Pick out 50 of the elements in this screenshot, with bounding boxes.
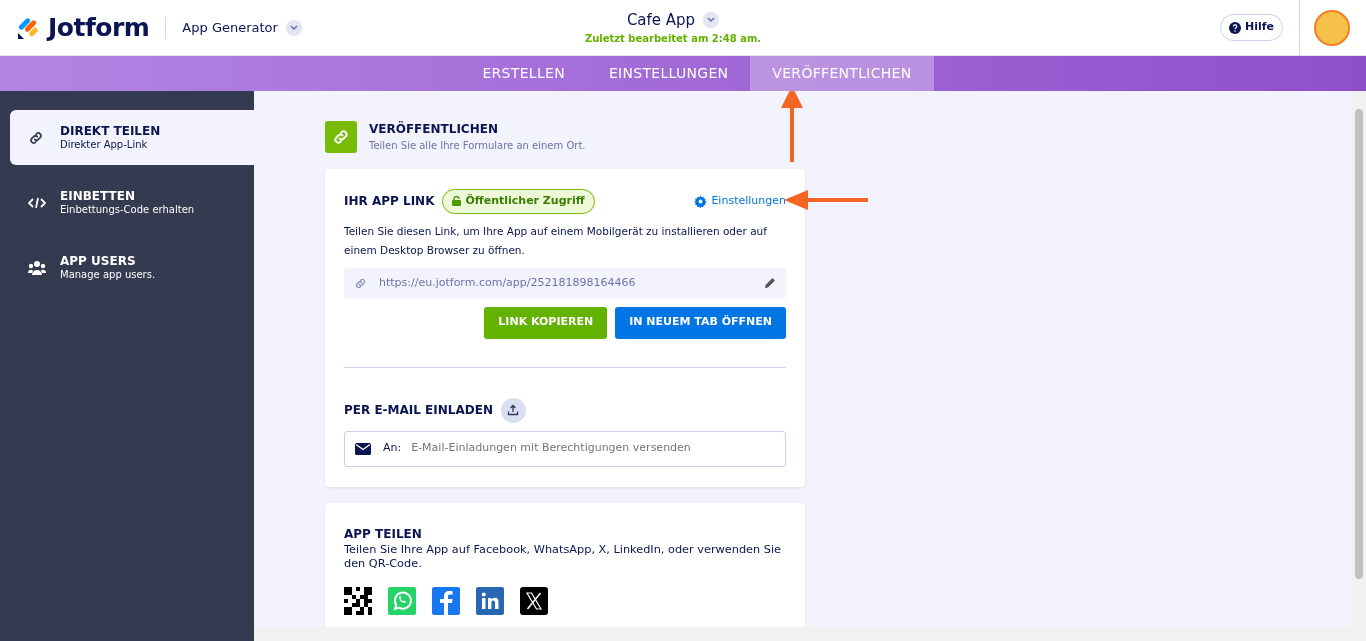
- product-name[interactable]: App Generator: [182, 17, 278, 38]
- facebook-icon[interactable]: [432, 586, 460, 615]
- sidebar-item-title: DIREKT TEILEN: [60, 123, 161, 138]
- section-subtitle: Teilen Sie alle Ihre Formulare an einem Ort.: [369, 139, 586, 153]
- embed-icon: [28, 196, 48, 209]
- sidebar-item[interactable]: APP USERS Manage app users.: [10, 240, 254, 295]
- link-icon: [325, 120, 357, 153]
- email-input[interactable]: E-Mail-Einladungen mit Berechtigungen versenden: [409, 439, 775, 458]
- link-description: Teilen Sie diesen Link, um Ihre App auf einem Mobilgerät zu installieren oder auf einem Desktop Browser zu öffnen.: [344, 223, 768, 258]
- nav-tab[interactable]: ERSTELLEN: [460, 56, 587, 91]
- access-badge: Öffentlicher Zugriff: [442, 189, 595, 214]
- sidebar-item-subtitle: Manage app users.: [60, 267, 156, 282]
- qr-code-icon[interactable]: [344, 586, 372, 615]
- dropdown-icon[interactable]: [703, 12, 720, 28]
- card-title: IHR APP LINK: [344, 193, 435, 211]
- url-field[interactable]: https://eu.jotform.com/app/252181898164466: [344, 267, 786, 299]
- section-title: VERÖFFENTLICHEN: [369, 120, 499, 138]
- sidebar-item-title: APP USERS: [60, 253, 137, 268]
- share-title: APP TEILEN: [344, 525, 423, 543]
- open-tab-button[interactable]: IN NEUEM TAB ÖFFNEN: [615, 306, 786, 339]
- email-field[interactable]: An: E-Mail-Einladungen mit Berechtigungen versenden: [344, 430, 786, 467]
- logo-text: Jotform: [48, 11, 150, 44]
- mail-icon: [355, 442, 371, 455]
- dropdown-icon[interactable]: [285, 19, 302, 36]
- sidebar-item-title: EINBETTEN: [60, 188, 136, 203]
- settings-icon: [694, 194, 708, 208]
- url-text: https://eu.jotform.com/app/252181898164466: [379, 274, 636, 291]
- sidebar-item[interactable]: DIREKT TEILEN Direkter App-Link: [10, 110, 254, 165]
- horizontal-scrollbar[interactable]: [254, 627, 1366, 641]
- sidebar-item-subtitle: Direkter App-Link: [60, 137, 149, 152]
- help-icon: [1229, 21, 1241, 34]
- app-title[interactable]: Cafe App: [626, 8, 696, 32]
- link-icon: [354, 276, 367, 290]
- nav-tab[interactable]: EINSTELLUNGEN: [586, 56, 751, 91]
- vertical-scrollbar[interactable]: [1352, 91, 1366, 627]
- settings-link[interactable]: Einstellungen: [694, 193, 786, 210]
- edit-icon[interactable]: [764, 277, 776, 289]
- users-icon: [28, 259, 48, 276]
- sidebar-item-subtitle: Einbettungs-Code erhalten: [60, 202, 195, 217]
- recipient-label: An:: [383, 440, 402, 457]
- x-icon[interactable]: [520, 586, 548, 615]
- logo-icon: [16, 15, 40, 40]
- sidebar-item[interactable]: EINBETTEN Einbettungs-Code erhalten: [10, 175, 254, 230]
- linkedin-icon[interactable]: [476, 586, 504, 615]
- invite-title: PER E-MAIL EINLADEN: [344, 402, 493, 419]
- last-edited-text: Zuletzt bearbeitet am 2:48 am.: [584, 32, 762, 47]
- help-button[interactable]: Hilfe: [1220, 14, 1283, 41]
- upload-icon[interactable]: [500, 397, 526, 423]
- share-description: Teilen Sie Ihre App auf Facebook, WhatsApp, X, LinkedIn, oder verwenden Sie den QR-Code.: [344, 542, 783, 571]
- user-avatar[interactable]: [1314, 9, 1350, 46]
